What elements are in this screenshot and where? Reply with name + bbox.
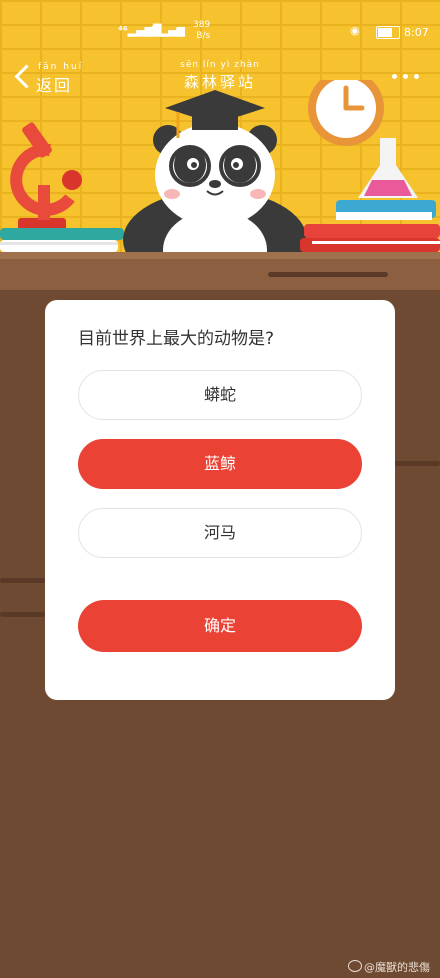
weibo-icon [348, 960, 362, 972]
back-pinyin: fǎn huí [38, 62, 84, 72]
option-hippo[interactable]: 河马 [78, 508, 362, 558]
header-banner: ⁴⁶▂▄▆█ ⁴⁶▂▄▆ ◠ 389 B/s ◉ 8:07 fǎn huí 返回… [0, 0, 440, 255]
option-blue-whale[interactable]: 蓝鲸 [78, 439, 362, 489]
watermark: @魔獸的悲傷 [348, 959, 430, 975]
desk-groove [268, 272, 388, 277]
title-pinyin: sēn lín yì zhàn [180, 60, 260, 70]
question-text: 目前世界上最大的动物是? [78, 329, 275, 349]
status-bar: ⁴⁶▂▄▆█ ⁴⁶▂▄▆ ◠ 389 B/s ◉ 8:07 [0, 0, 440, 44]
watermark-text: @魔獸的悲傷 [364, 961, 430, 974]
clock-icon [308, 80, 384, 146]
battery-icon [376, 26, 400, 39]
microscope-icon [10, 122, 82, 230]
option-label: 河马 [203, 523, 236, 542]
forest-station-illustration [0, 80, 440, 255]
signal-1-label: ⁴⁶ [118, 24, 128, 37]
book-stack-right-icon [300, 200, 440, 252]
wifi-icon: ◠ [176, 24, 185, 37]
eye-icon: ◉ [350, 24, 360, 37]
panda-icon [123, 90, 307, 255]
net-speed-unit: B/s [196, 31, 211, 41]
confirm-button[interactable]: 确定 [78, 600, 362, 652]
confirm-label: 确定 [203, 616, 236, 635]
option-label: 蓝鲸 [203, 454, 236, 473]
option-label: 蟒蛇 [203, 385, 236, 404]
signal-2-label: ⁴⁶ [150, 24, 160, 37]
book-stack-left-icon [0, 228, 124, 252]
desk-groove [394, 461, 440, 466]
desk-groove [0, 578, 45, 583]
desk-top [0, 252, 440, 290]
net-speed-value: 389 [193, 20, 211, 30]
option-python[interactable]: 蟒蛇 [78, 370, 362, 420]
flask-icon [358, 138, 418, 198]
status-time: 8:07 [404, 26, 429, 39]
net-speed: 389 B/s [193, 20, 210, 42]
desk-groove [0, 612, 45, 617]
quiz-card: 目前世界上最大的动物是? 蟒蛇 蓝鲸 河马 确定 [45, 300, 395, 700]
